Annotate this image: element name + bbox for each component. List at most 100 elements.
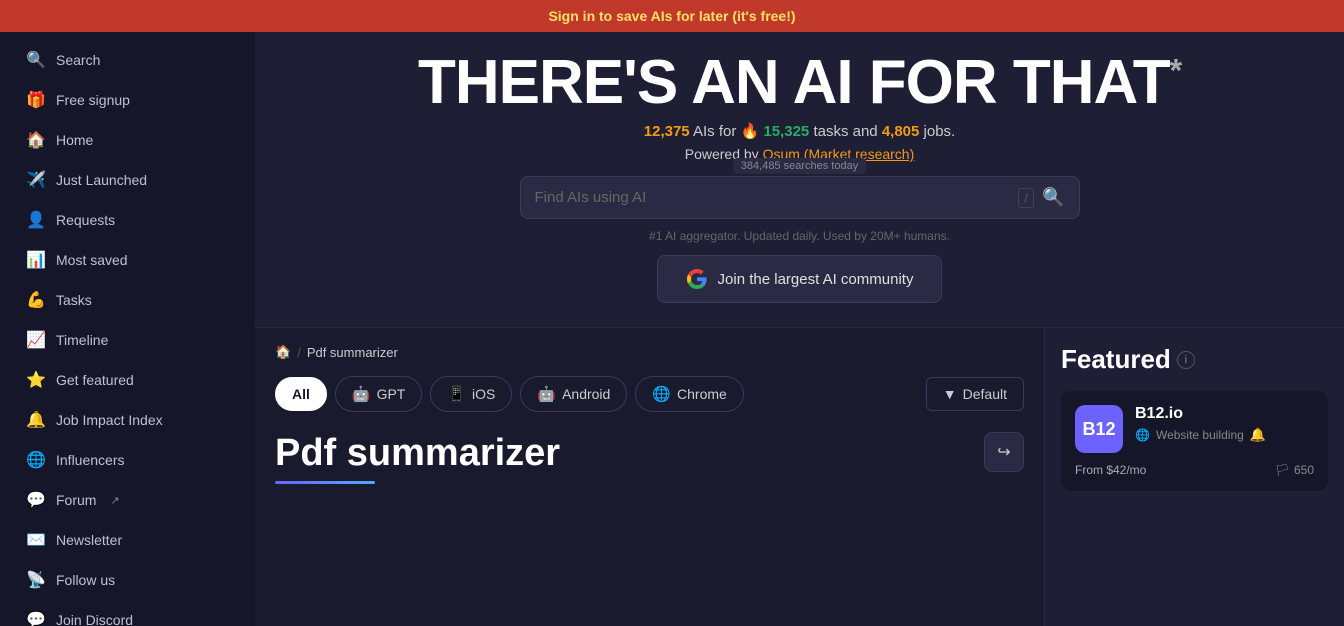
filter-android-label: Android — [562, 386, 610, 402]
breadcrumb-current: Pdf summarizer — [307, 345, 398, 360]
star-icon: ⭐ — [26, 370, 46, 390]
search-box: / 🔍 — [520, 176, 1080, 219]
sidebar-item-just-launched[interactable]: ✈️ Just Launched — [8, 161, 247, 199]
sidebar-item-follow-us[interactable]: 📡 Follow us — [8, 561, 247, 599]
sidebar: 🔍 Search 🎁 Free signup 🏠 Home ✈️ Just La… — [0, 32, 255, 626]
sidebar-item-get-featured[interactable]: ⭐ Get featured — [8, 361, 247, 399]
hero-title: THERE'S AN AI FOR THAT* — [315, 52, 1284, 114]
sidebar-label-tasks: Tasks — [56, 292, 92, 308]
hero-stats: 12,375 AIs for 🔥 15,325 tasks and 4,805 … — [315, 122, 1284, 140]
featured-logo: B12 — [1075, 405, 1123, 453]
featured-card-top: B12 B12.io 🌐 Website building 🔔 — [1075, 405, 1314, 453]
gift-icon: 🎁 — [26, 90, 46, 110]
filter-bar: All 🤖 GPT 📱 iOS 🤖 Android — [275, 376, 1024, 412]
sidebar-label-free-signup: Free signup — [56, 92, 130, 108]
sidebar-label-join-discord: Join Discord — [56, 612, 133, 626]
sidebar-item-home[interactable]: 🏠 Home — [8, 121, 247, 159]
sidebar-item-forum[interactable]: 💬 Forum ↗ — [8, 481, 247, 519]
search-hint: 384,485 searches today — [733, 158, 866, 174]
filter-chrome-label: Chrome — [677, 386, 727, 402]
website-building-icon: 🌐 — [1135, 428, 1150, 442]
filter-gpt-button[interactable]: 🤖 GPT — [335, 376, 422, 412]
rss-icon: 📡 — [26, 570, 46, 590]
sort-arrow-icon: ▼ — [943, 386, 957, 402]
featured-header: Featured i — [1061, 344, 1328, 375]
banner-text: Sign in to save AIs for later (it's free… — [548, 8, 795, 24]
ios-icon: 📱 — [447, 385, 466, 403]
chrome-icon: 🌐 — [652, 385, 671, 403]
sidebar-item-most-saved[interactable]: 📊 Most saved — [8, 241, 247, 279]
sidebar-label-get-featured: Get featured — [56, 372, 134, 388]
sidebar-item-timeline[interactable]: 📈 Timeline — [8, 321, 247, 359]
google-logo-icon — [686, 268, 708, 290]
search-icon: 🔍 — [26, 50, 46, 70]
sidebar-label-timeline: Timeline — [56, 332, 108, 348]
featured-name: B12.io — [1135, 405, 1314, 423]
search-container: 384,485 searches today / 🔍 — [520, 176, 1080, 219]
sidebar-label-follow-us: Follow us — [56, 572, 115, 588]
featured-card[interactable]: B12 B12.io 🌐 Website building 🔔 F — [1061, 391, 1328, 491]
globe-icon: 🌐 — [26, 450, 46, 470]
ai-count: 12,375 — [644, 123, 690, 140]
sidebar-label-search: Search — [56, 52, 100, 68]
page-title: Pdf summarizer — [275, 432, 560, 475]
search-slash-shortcut: / — [1018, 188, 1034, 208]
sidebar-item-join-discord[interactable]: 💬 Join Discord — [8, 601, 247, 626]
share-button[interactable]: ↪ — [984, 432, 1024, 472]
chat-icon: 💬 — [26, 490, 46, 510]
task-count: 15,325 — [763, 123, 809, 140]
sidebar-item-search[interactable]: 🔍 Search — [8, 41, 247, 79]
external-link-icon: ↗ — [110, 494, 119, 507]
page-title-row: Pdf summarizer ↪ — [275, 432, 1024, 484]
right-panel: Featured i B12 B12.io 🌐 Website building — [1044, 328, 1344, 626]
sidebar-label-home: Home — [56, 132, 93, 148]
sidebar-label-forum: Forum — [56, 492, 96, 508]
sidebar-item-newsletter[interactable]: ✉️ Newsletter — [8, 521, 247, 559]
sidebar-label-influencers: Influencers — [56, 452, 124, 468]
sidebar-label-newsletter: Newsletter — [56, 532, 122, 548]
saves-count: 650 — [1294, 463, 1314, 477]
sidebar-item-tasks[interactable]: 💪 Tasks — [8, 281, 247, 319]
notification-bell-icon[interactable]: 🔔 — [1250, 427, 1266, 443]
sidebar-item-free-signup[interactable]: 🎁 Free signup — [8, 81, 247, 119]
join-button-label: Join the largest AI community — [718, 271, 914, 288]
top-banner[interactable]: Sign in to save AIs for later (it's free… — [0, 0, 1344, 32]
page-title-underline — [275, 481, 375, 484]
sidebar-label-just-launched: Just Launched — [56, 172, 147, 188]
sidebar-label-job-impact-index: Job Impact Index — [56, 412, 163, 428]
sidebar-label-most-saved: Most saved — [56, 252, 128, 268]
fire-icon: 🔥 — [741, 123, 760, 140]
filter-chrome-button[interactable]: 🌐 Chrome — [635, 376, 743, 412]
hero-subtext: #1 AI aggregator. Updated daily. Used by… — [315, 229, 1284, 243]
filter-all-button[interactable]: All — [275, 377, 327, 411]
filter-android-button[interactable]: 🤖 Android — [520, 376, 627, 412]
home-icon: 🏠 — [26, 130, 46, 150]
sidebar-item-influencers[interactable]: 🌐 Influencers — [8, 441, 247, 479]
filter-ios-button[interactable]: 📱 iOS — [430, 376, 512, 412]
featured-saves: 🏳 650 — [1275, 463, 1314, 477]
discord-icon: 💬 — [26, 610, 46, 626]
featured-footer: From $42/mo 🏳 650 — [1075, 463, 1314, 477]
join-community-button[interactable]: Join the largest AI community — [657, 255, 943, 303]
filter-gpt-label: GPT — [377, 386, 406, 402]
featured-title: Featured — [1061, 344, 1171, 375]
featured-info-col: B12.io 🌐 Website building 🔔 — [1135, 405, 1314, 443]
android-icon: 🤖 — [537, 385, 556, 403]
breadcrumb-separator: / — [297, 345, 301, 360]
search-input[interactable] — [535, 189, 1011, 206]
timeline-icon: 📈 — [26, 330, 46, 350]
featured-price: From $42/mo — [1075, 463, 1146, 477]
sidebar-label-requests: Requests — [56, 212, 115, 228]
featured-category: 🌐 Website building 🔔 — [1135, 427, 1314, 443]
featured-info-icon[interactable]: i — [1177, 351, 1195, 369]
breadcrumb-home-icon[interactable]: 🏠 — [275, 344, 291, 360]
filter-ios-label: iOS — [472, 386, 495, 402]
search-button[interactable]: 🔍 — [1042, 187, 1064, 208]
user-icon: 👤 — [26, 210, 46, 230]
bell-icon: 🔔 — [26, 410, 46, 430]
filter-all-label: All — [292, 386, 310, 402]
sidebar-item-requests[interactable]: 👤 Requests — [8, 201, 247, 239]
sidebar-item-job-impact-index[interactable]: 🔔 Job Impact Index — [8, 401, 247, 439]
main-content: 🏠 / Pdf summarizer All 🤖 GPT 📱 iOS — [255, 328, 1044, 626]
default-sort-button[interactable]: ▼ Default — [926, 377, 1024, 411]
